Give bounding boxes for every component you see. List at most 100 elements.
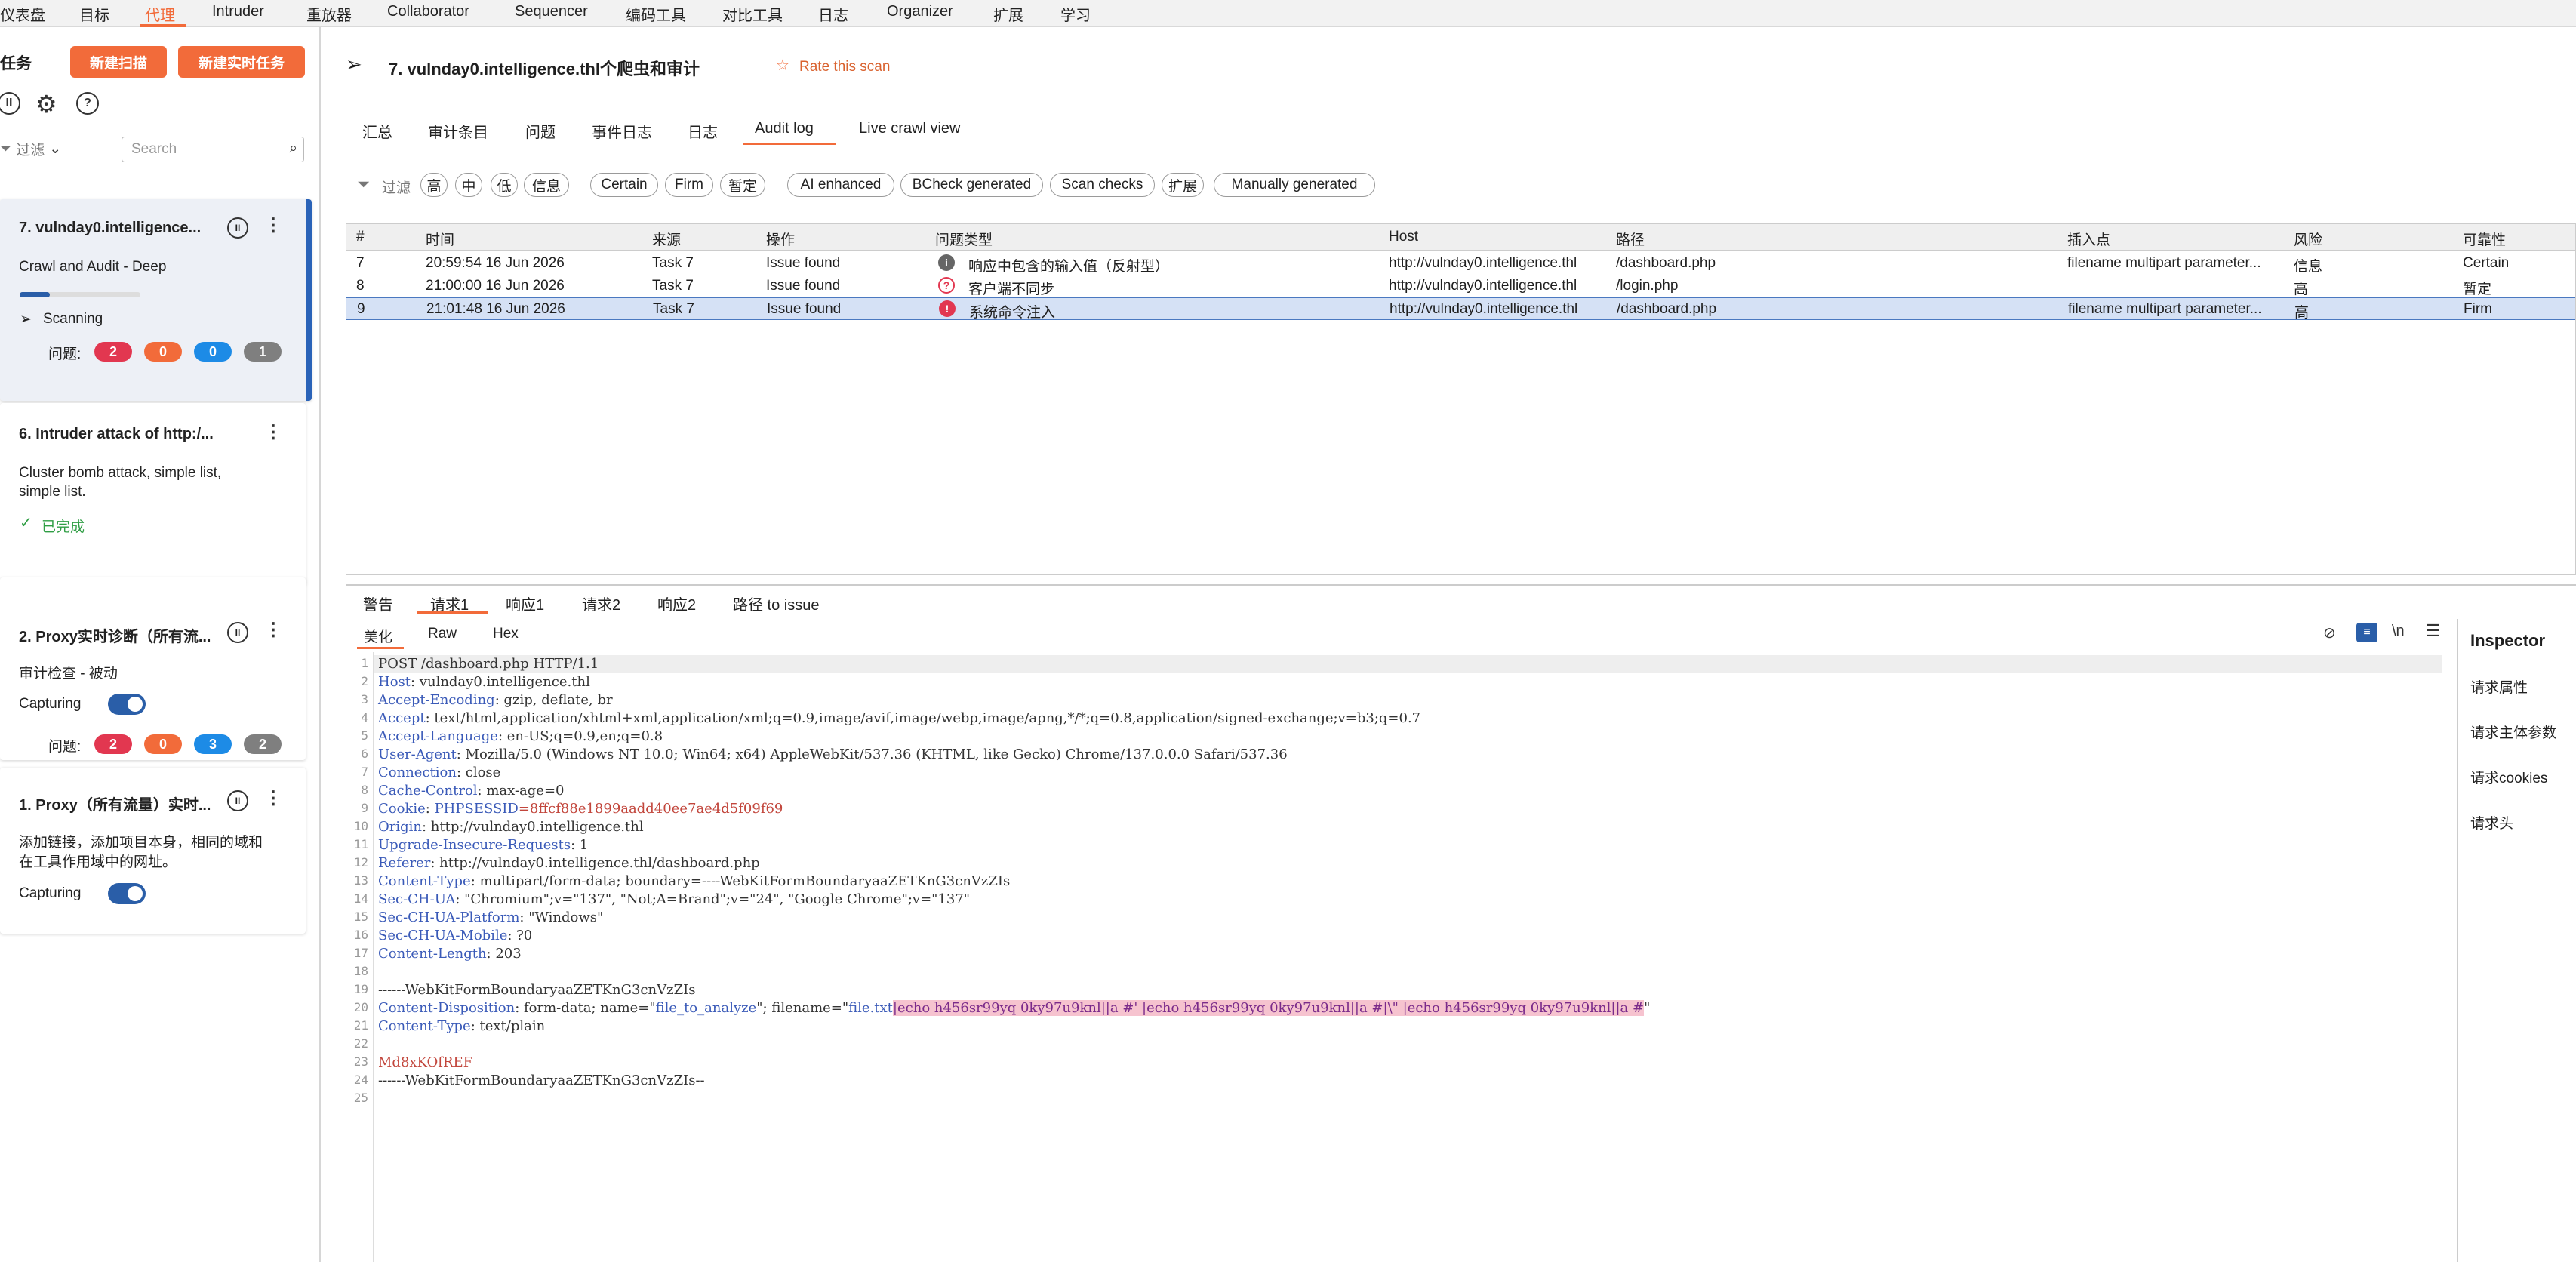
filter-dropdown[interactable]: ⏷ 过滤 ⌄ [0,139,61,159]
chip-firm[interactable]: Firm [665,173,713,197]
tab-event-log[interactable]: 事件日志 [592,120,652,142]
chip-extensions[interactable]: 扩展 [1162,173,1204,197]
col-header-host[interactable]: Host [1389,229,1418,245]
tab-audit-items[interactable]: 审计条目 [428,120,488,142]
tab-issues[interactable]: 问题 [525,120,556,142]
cell-time: 20:59:54 16 Jun 2026 [426,255,565,271]
code-line-11: Upgrade-Insecure-Requests: 1 [378,837,589,853]
menu-target[interactable]: 目标 [79,3,109,25]
pretty-format-icon[interactable]: ≡ [2356,623,2377,642]
request-editor[interactable]: 1 2 3 4 5 6 7 8 9 10 11 12 13 14 15 16 17 18 19 20 21 22 23 24 2… [346,652,2457,1262]
tab-advisory[interactable]: 警告 [363,593,393,614]
task-card-6[interactable]: 6. Intruder attack of http:/... ⋮ Cluste… [0,403,306,586]
pause-task-icon[interactable]: II [227,790,248,811]
chip-info[interactable]: 信息 [524,173,569,197]
col-header-number[interactable]: # [356,229,365,245]
line-number: 6 [361,746,368,761]
chip-scan-checks[interactable]: Scan checks [1050,173,1155,197]
tab-path-to-issue[interactable]: 路径 to issue [733,593,819,614]
menu-repeater[interactable]: 重放器 [306,3,352,25]
hide-nonprintable-icon[interactable]: ⊘ [2323,623,2336,642]
col-header-insertion-point[interactable]: 插入点 [2067,229,2110,249]
table-row[interactable]: 7 20:59:54 16 Jun 2026 Task 7 Issue foun… [346,252,2576,275]
menu-organizer[interactable]: Organizer [887,3,953,20]
code-line-7: Connection: close [378,765,501,780]
code-line-6: User-Agent: Mozilla/5.0 (Windows NT 10.0… [378,746,1288,762]
chip-medium[interactable]: 中 [455,173,482,197]
rate-scan-link[interactable]: Rate this scan [799,59,890,75]
menu-decoder[interactable]: 编码工具 [626,3,686,25]
line-number: 25 [353,1091,368,1105]
table-row-selected[interactable]: 9 21:01:48 16 Jun 2026 Task 7 Issue foun… [346,297,2576,321]
tab-audit-log[interactable]: Audit log [755,120,814,137]
chip-ai-enhanced[interactable]: AI enhanced [787,173,894,197]
cell-action: Issue found [766,255,841,271]
menu-extensions[interactable]: 扩展 [993,3,1023,25]
menu-collaborator[interactable]: Collaborator [387,3,469,20]
menu-dashboard[interactable]: 仪表盘 [0,3,45,25]
chip-certain[interactable]: Certain [590,173,658,197]
chip-manually-generated[interactable]: Manually generated [1214,173,1375,197]
task-menu-kebab-icon[interactable]: ⋮ [264,787,282,809]
newline-toggle-icon[interactable]: \n [2392,623,2405,640]
cell-number: 8 [356,278,365,294]
chip-tentative[interactable]: 暂定 [720,173,765,197]
task-menu-kebab-icon[interactable]: ⋮ [264,619,282,641]
task-card-2[interactable]: 2. Proxy实时诊断（所有流... II ⋮ 审计检查 - 被动 Captu… [0,577,306,760]
table-row[interactable]: 8 21:00:00 16 Jun 2026 Task 7 Issue foun… [346,275,2576,297]
menu-learn[interactable]: 学习 [1060,3,1091,25]
menu-comparer[interactable]: 对比工具 [722,3,783,25]
menu-icon[interactable]: ☰ [2426,621,2441,641]
tab-response-2[interactable]: 响应2 [657,593,696,614]
chip-low[interactable]: 低 [491,173,518,197]
col-header-time[interactable]: 时间 [426,229,454,249]
col-header-path[interactable]: 路径 [1616,229,1645,249]
task-menu-kebab-icon[interactable]: ⋮ [264,421,282,443]
chip-bcheck-generated[interactable]: BCheck generated [900,173,1043,197]
issues-label: 问题: [48,739,82,755]
task-status: Capturing [19,696,82,712]
tab-raw[interactable]: Raw [428,626,457,642]
col-header-issue-type[interactable]: 问题类型 [935,229,993,249]
task-menu-kebab-icon[interactable]: ⋮ [264,214,282,236]
inspector-request-cookies[interactable]: 请求cookies [2470,767,2547,787]
tab-request-2[interactable]: 请求2 [582,593,620,614]
capture-toggle[interactable] [108,694,146,715]
inspector-request-attributes[interactable]: 请求属性 [2470,676,2528,697]
task-card-7[interactable]: 7. vulnday0.intelligence... II ⋮ Crawl a… [0,199,312,401]
col-header-confidence[interactable]: 可靠性 [2463,229,2506,249]
col-header-source[interactable]: 来源 [652,229,681,249]
menu-sequencer[interactable]: Sequencer [515,3,588,20]
pause-all-icon[interactable]: II [0,92,20,115]
new-live-task-button[interactable]: 新建实时任务 [178,46,305,78]
menu-intruder[interactable]: Intruder [212,3,264,20]
settings-gear-icon[interactable]: ⚙ [35,90,57,119]
new-scan-button[interactable]: 新建扫描 [70,46,167,78]
col-header-severity[interactable]: 风险 [2294,229,2322,249]
chip-high[interactable]: 高 [420,173,448,197]
injection-payload-highlight: |echo h456sr99yq 0ky97u9knl||a #' |echo … [892,1000,1645,1016]
line-number: 14 [353,891,368,906]
cell-path: /dashboard.php [1617,301,1717,317]
issues-label: 问题: [48,346,82,362]
tab-live-crawl-view[interactable]: Live crawl view [859,120,960,137]
pause-task-icon[interactable]: II [227,622,248,643]
help-icon[interactable]: ? [76,92,99,115]
inspector-request-body-params[interactable]: 请求主体参数 [2470,722,2556,742]
tab-summary[interactable]: 汇总 [362,120,392,142]
task-search-input[interactable]: Search ⌕ [122,137,304,162]
inspector-request-headers[interactable]: 请求头 [2470,812,2513,833]
tab-pretty[interactable]: 美化 [364,626,392,646]
tab-hex[interactable]: Hex [493,626,519,642]
menu-logger[interactable]: 日志 [818,3,848,25]
pause-task-icon[interactable]: II [227,217,248,239]
menu-proxy[interactable]: 代理 [145,3,175,25]
tab-logs[interactable]: 日志 [688,120,718,142]
task-card-1[interactable]: 1. Proxy（所有流量）实时... II ⋮ 添加链接，添加项目本身，相同的… [0,768,306,934]
col-header-action[interactable]: 操作 [766,229,795,249]
cell-time: 21:01:48 16 Jun 2026 [426,301,565,317]
tab-response-1[interactable]: 响应1 [506,593,544,614]
tentative-high-severity-icon: ? [938,277,955,294]
capture-toggle[interactable] [108,883,146,904]
cell-insertion-point: filename multipart parameter... [2068,301,2262,317]
